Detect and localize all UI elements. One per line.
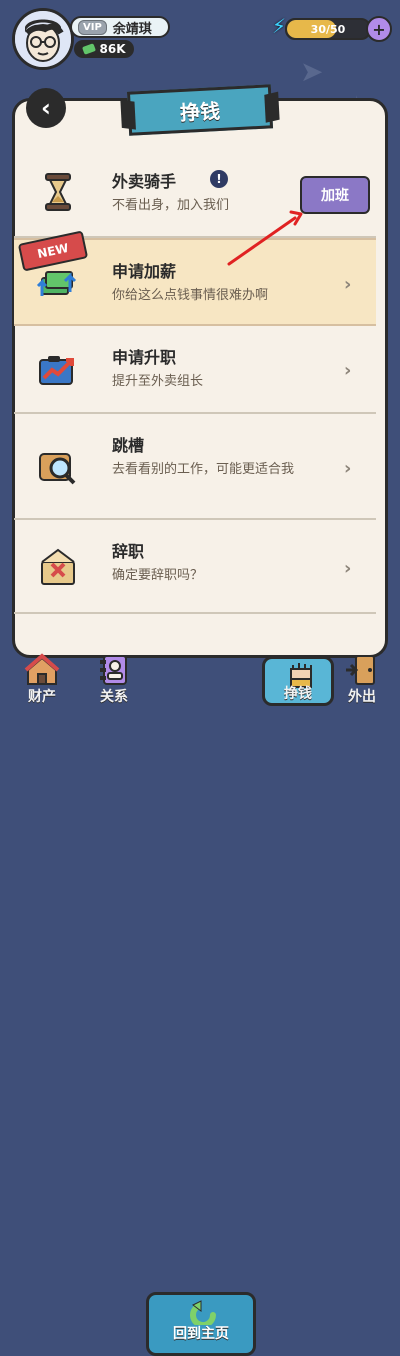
overtime-button[interactable]: 加班: [300, 176, 370, 214]
back-button[interactable]: ‹: [26, 88, 66, 128]
nav-earn[interactable]: 挣钱: [262, 656, 334, 706]
top-bar: VIP 余靖琪 86K ⚡ 30/50 +: [0, 0, 400, 78]
nav-relations[interactable]: 关系: [78, 655, 150, 706]
resignation-letter-icon: [34, 544, 82, 592]
list-item-job-hop[interactable]: 跳槽 去看看别的工作，可能更适合我 ›: [14, 414, 376, 520]
house-icon: [24, 653, 60, 685]
door-icon: [346, 655, 375, 685]
list-item-desc: 提升至外卖组长: [112, 374, 204, 389]
player-name: 余靖琪: [112, 21, 152, 37]
info-icon[interactable]: !: [210, 170, 228, 188]
nav-label: 外出: [348, 689, 376, 705]
nav-label: 关系: [100, 689, 128, 705]
nav-label: 回到主页: [173, 1326, 229, 1342]
nav-label: 财产: [28, 689, 56, 705]
list-item-title: 申请加薪: [112, 262, 177, 281]
vip-badge: VIP: [78, 19, 107, 35]
bottom-nav: 财产 关系 回到主页 挣钱 外出: [0, 650, 400, 1356]
money-display: 86K: [74, 40, 134, 58]
list-item-desc: 你给这么点钱事情很难办啊: [112, 288, 269, 303]
chevron-right-icon: ›: [344, 274, 352, 295]
chevron-right-icon: ›: [344, 360, 352, 381]
chevron-right-icon: ›: [344, 458, 352, 479]
page-title-banner: 挣钱: [126, 84, 274, 136]
avatar[interactable]: [12, 8, 74, 70]
nav-label: 挣钱: [284, 686, 312, 702]
chevron-right-icon: ›: [344, 558, 352, 579]
new-badge-label: NEW: [36, 240, 70, 262]
list-item-title: 申请升职: [112, 348, 177, 367]
nav-go-out[interactable]: 外出: [326, 655, 398, 706]
nav-assets[interactable]: 财产: [6, 653, 78, 706]
job-title: 外卖骑手: [112, 172, 177, 191]
hourglass-icon: [34, 168, 82, 216]
annotation-arrow-icon: [227, 210, 303, 266]
energy-bar: 30/50: [285, 18, 371, 40]
add-energy-button[interactable]: +: [366, 16, 392, 42]
magnifier-icon: [34, 444, 82, 492]
page-title: 挣钱: [179, 98, 221, 125]
list-item-resign[interactable]: 辞职 确定要辞职吗？ ›: [14, 520, 376, 614]
list-item-title: 跳槽: [112, 436, 145, 455]
avatar-face-icon: [15, 11, 71, 67]
list-item-desc: 确定要辞职吗？: [112, 568, 204, 583]
overtime-label: 加班: [321, 188, 349, 204]
cash-icon: [81, 43, 96, 55]
list-item-title: 辞职: [112, 542, 145, 561]
energy-text: 30/50: [310, 22, 346, 36]
contacts-book-icon: [100, 655, 127, 685]
return-arrow-icon: [190, 1300, 216, 1325]
info-icon-glyph: !: [216, 172, 222, 186]
back-arrow-icon: ‹: [41, 94, 51, 122]
list-item-desc: 去看看别的工作，可能更适合我: [112, 462, 295, 477]
money-value: 86K: [99, 42, 126, 56]
plus-icon: +: [372, 19, 386, 39]
list-item-promotion[interactable]: 申请升职 提升至外卖组长 ›: [14, 326, 376, 414]
home-button[interactable]: 回到主页: [146, 1292, 256, 1356]
name-pill: VIP 余靖琪: [70, 16, 170, 38]
promotion-chart-icon: [34, 344, 82, 392]
